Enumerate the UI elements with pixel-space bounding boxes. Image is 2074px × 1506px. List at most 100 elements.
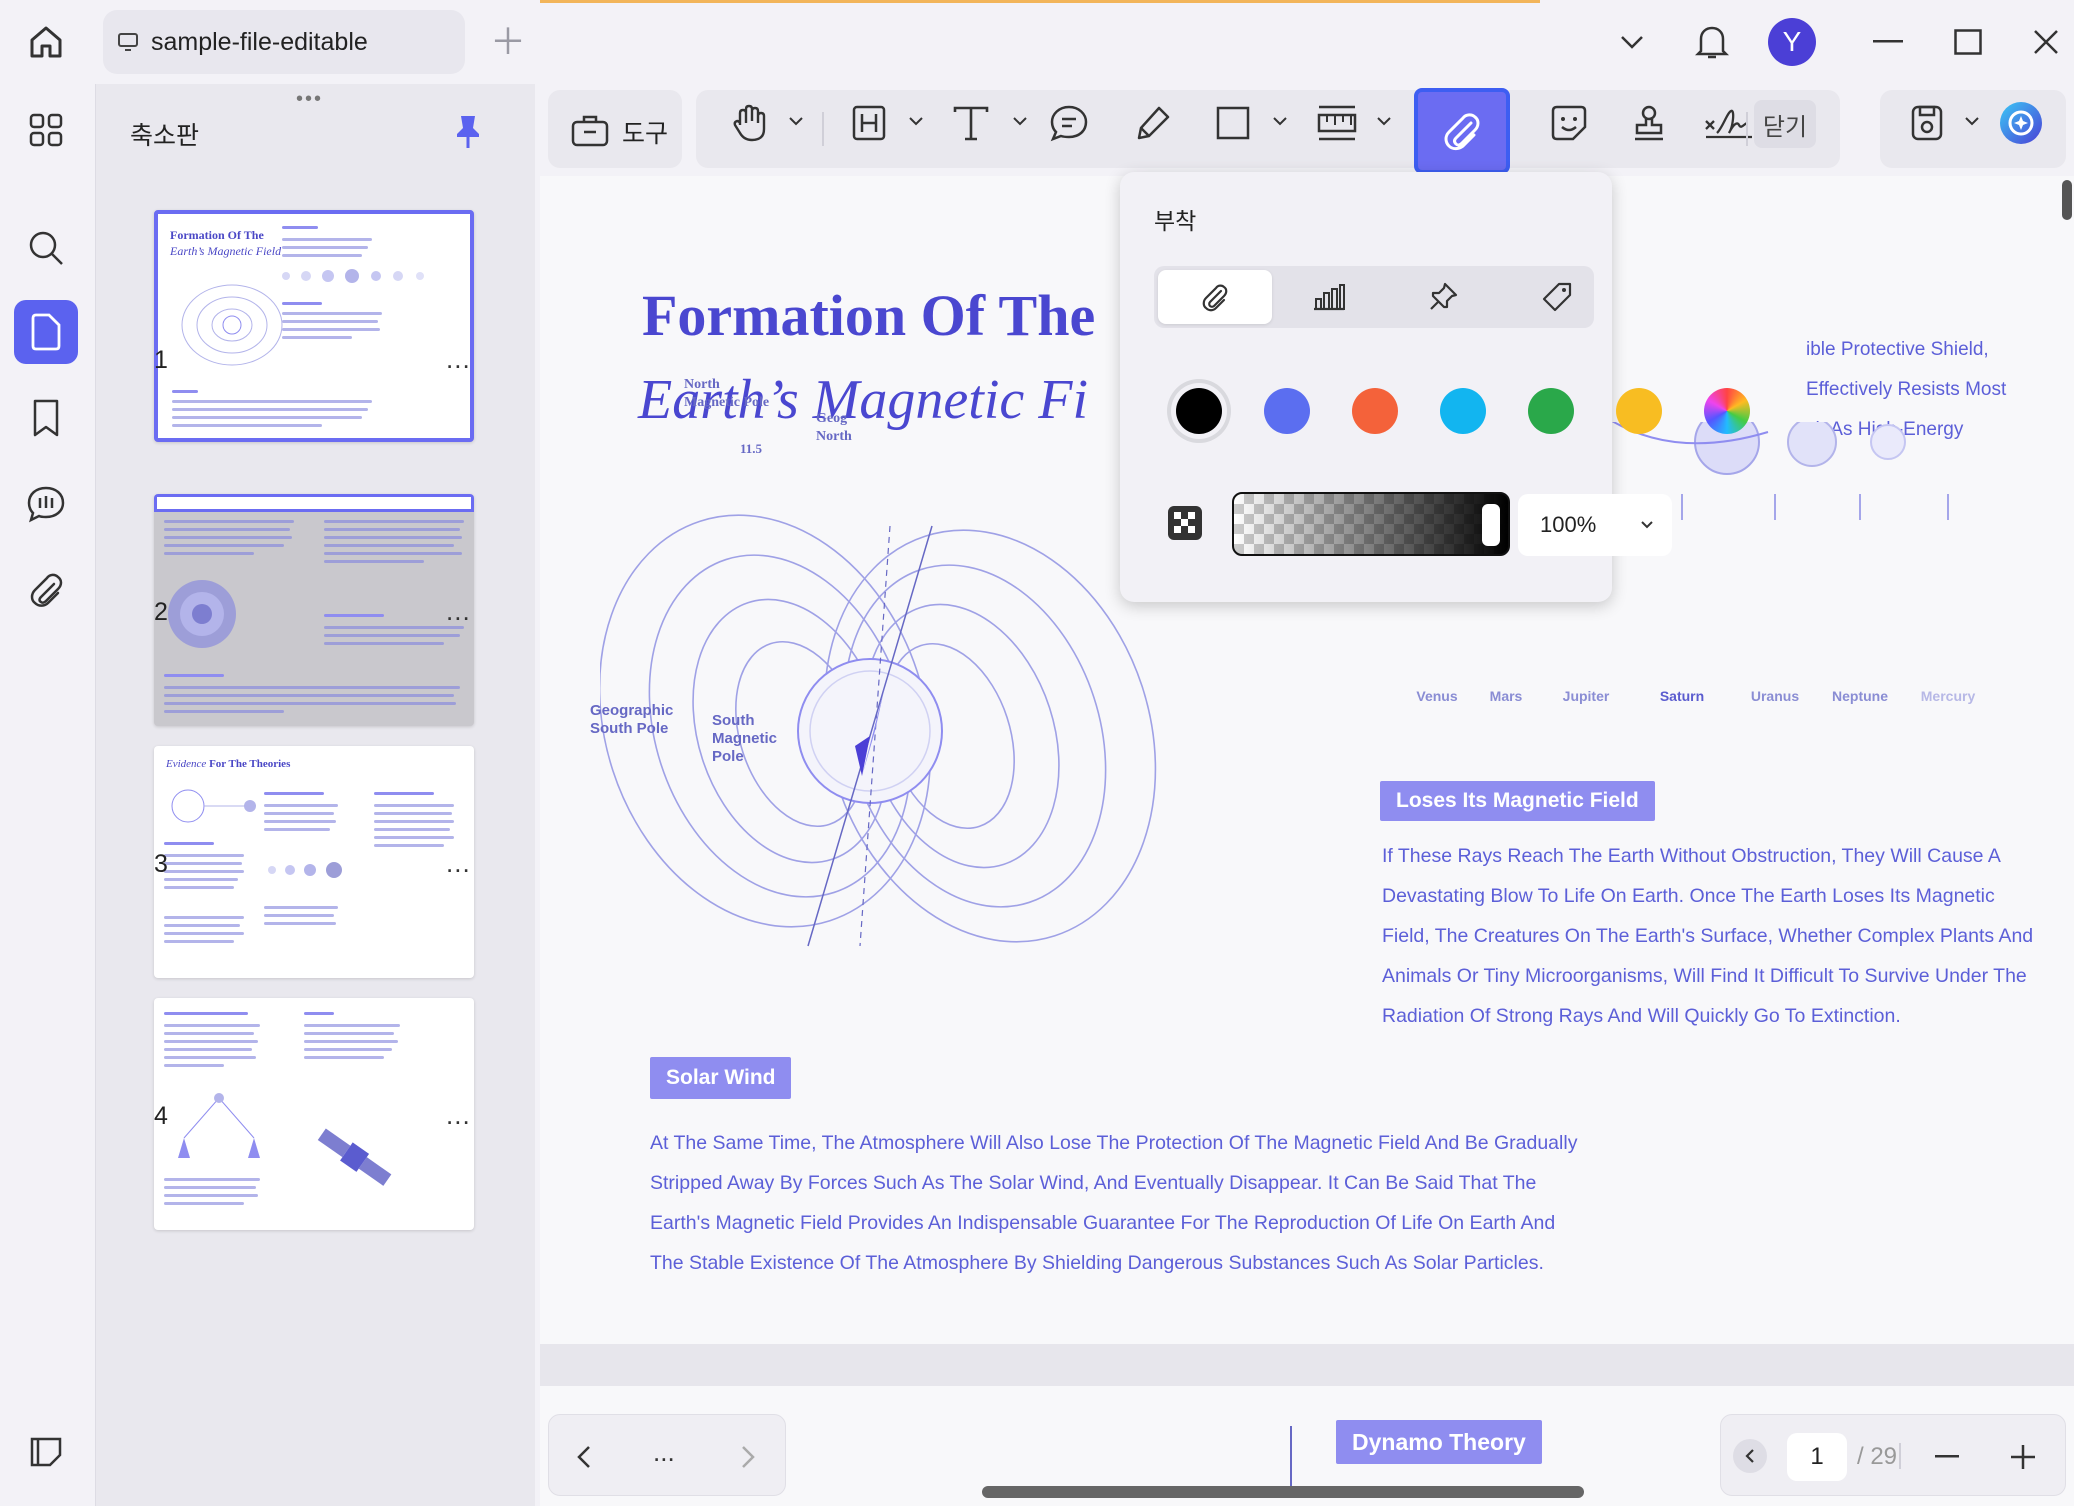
sidebar-toggle-button[interactable] [14, 1420, 78, 1484]
heading-tool-button[interactable] [840, 98, 898, 148]
toolbox-icon [571, 115, 609, 147]
paragraph-line: At The Same Time, The Atmosphere Will Al… [650, 1132, 1578, 1154]
main-toolbar: 도구 닫기 [540, 84, 2074, 176]
bookmarks-button[interactable] [14, 386, 78, 450]
user-avatar[interactable]: Y [1766, 18, 1818, 66]
new-tab-button[interactable]: ＋ [490, 22, 526, 62]
text-chevron-icon[interactable] [1012, 116, 1028, 126]
pin-panel-button[interactable] [454, 112, 482, 150]
monitor-icon [118, 33, 138, 51]
notifications-button[interactable] [1690, 20, 1734, 64]
comment-tool-button[interactable] [1040, 98, 1098, 148]
avatar-letter: Y [1768, 18, 1816, 66]
tabs-dropdown-button[interactable] [1612, 20, 1652, 64]
planet-label-mercury: Mercury [1920, 688, 1976, 704]
tools-menu-button[interactable]: 도구 [548, 90, 682, 168]
panel-title: 축소판 [130, 122, 200, 150]
page-thumbnail-4[interactable] [154, 998, 474, 1230]
sticker-tool-button[interactable] [1540, 98, 1598, 148]
color-swatch-yellow[interactable] [1616, 388, 1662, 434]
geographic-north-label: Geog North [816, 410, 852, 446]
zoom-out-icon[interactable] [1935, 1455, 1959, 1459]
color-swatch-black[interactable] [1176, 388, 1222, 434]
more-options-button[interactable]: ... [653, 1437, 675, 1468]
page-number-3: 3 [154, 850, 168, 878]
thumbnails-button[interactable] [14, 300, 78, 364]
attachment-tool-button[interactable] [1414, 88, 1510, 174]
stamp-tool-button[interactable] [1620, 98, 1678, 148]
shape-chevron-icon[interactable] [1272, 116, 1288, 126]
close-window-button[interactable] [2026, 20, 2066, 64]
page-4-more-button[interactable]: ... [446, 1100, 471, 1131]
attachment-type-pushpin-button[interactable] [1386, 270, 1500, 324]
page-2-more-button[interactable]: ... [446, 596, 471, 627]
document-title: Formation Of The [642, 283, 1096, 348]
search-button[interactable] [14, 216, 78, 280]
color-swatch-cyan[interactable] [1440, 388, 1486, 434]
page-3-more-button[interactable]: ... [446, 848, 471, 879]
apps-button[interactable] [14, 98, 78, 162]
shape-tool-button[interactable] [1204, 98, 1262, 148]
vertical-scrollbar[interactable] [2062, 180, 2072, 220]
ai-assistant-button[interactable] [1992, 98, 2050, 148]
custom-color-picker[interactable] [1704, 388, 1750, 434]
hand-tool-button[interactable] [720, 98, 778, 148]
save-button[interactable] [1898, 98, 1956, 148]
save-icon [1911, 105, 1943, 141]
page-number-2: 2 [154, 598, 168, 626]
comment-icon [27, 486, 65, 523]
comments-button[interactable] [14, 472, 78, 536]
chevron-down-icon [1621, 36, 1643, 49]
bar-graph-icon [1314, 284, 1345, 311]
bell-icon [1695, 26, 1729, 59]
signature-tool-button[interactable] [1700, 98, 1758, 148]
attachment-type-file-button[interactable] [1158, 270, 1272, 324]
heading-icon [852, 105, 886, 141]
opacity-slider[interactable] [1232, 492, 1510, 556]
maximize-button[interactable] [1948, 20, 1988, 64]
bookmark-icon [33, 399, 59, 437]
minimize-button[interactable] [1868, 20, 1908, 64]
right-column-line: Effectively Resists Most [1806, 379, 2007, 400]
tools-label: 도구 [622, 120, 669, 148]
measure-tool-button[interactable] [1308, 98, 1366, 148]
page-zoom-bar: 1 / 29 [1720, 1414, 2066, 1496]
opacity-slider-handle[interactable] [1482, 504, 1500, 546]
color-swatch-blue[interactable] [1264, 388, 1310, 434]
previous-icon[interactable] [577, 1445, 591, 1469]
zoom-in-icon[interactable] [2011, 1445, 2035, 1469]
paragraph-line: Field, The Creatures On The Earth's Surf… [1382, 925, 2034, 947]
next-icon[interactable] [741, 1445, 755, 1469]
close-icon [2034, 30, 2058, 54]
hand-tool-chevron-icon[interactable] [788, 116, 804, 126]
color-swatch-green[interactable] [1528, 388, 1574, 434]
previous-page-button[interactable] [1733, 1439, 1767, 1473]
page-thumbnail-1[interactable]: Formation Of The Earth’s Magnetic Field [154, 210, 474, 442]
text-tool-button[interactable] [942, 98, 1000, 148]
attachment-type-graph-button[interactable] [1272, 270, 1386, 324]
color-swatch-orange[interactable] [1352, 388, 1398, 434]
close-tools-button[interactable]: 닫기 [1754, 100, 1816, 148]
save-chevron-icon[interactable] [1964, 116, 1980, 126]
highlighter-tool-button[interactable] [1124, 98, 1182, 148]
measure-chevron-icon[interactable] [1376, 116, 1392, 126]
page-thumbnail-2[interactable] [154, 494, 474, 726]
thumb3-title: Evidence For The Theories [166, 758, 291, 770]
ruler-icon [1317, 105, 1357, 141]
heading-chevron-icon[interactable] [908, 116, 924, 126]
attachments-button[interactable] [14, 558, 78, 622]
document-tab[interactable]: sample-file-editable [103, 10, 465, 74]
page-thumbnail-3[interactable]: Evidence For The Theories [154, 746, 474, 978]
panel-resize-grip[interactable]: ••• [296, 88, 323, 111]
home-button[interactable] [22, 20, 70, 64]
horizontal-scrollbar[interactable] [982, 1486, 1584, 1498]
section-tag-loses-magnetic-field: Loses Its Magnetic Field [1380, 781, 1655, 821]
opacity-dropdown[interactable]: 100% [1518, 494, 1672, 556]
hand-icon [733, 104, 766, 142]
current-page-input[interactable]: 1 [1787, 1433, 1847, 1481]
page-1-more-button[interactable]: ... [446, 344, 471, 375]
attachment-type-tag-button[interactable] [1500, 270, 1614, 324]
sticker-icon [1551, 105, 1587, 141]
popover-title: 부착 [1154, 208, 1197, 234]
transparency-icon [1168, 506, 1202, 540]
